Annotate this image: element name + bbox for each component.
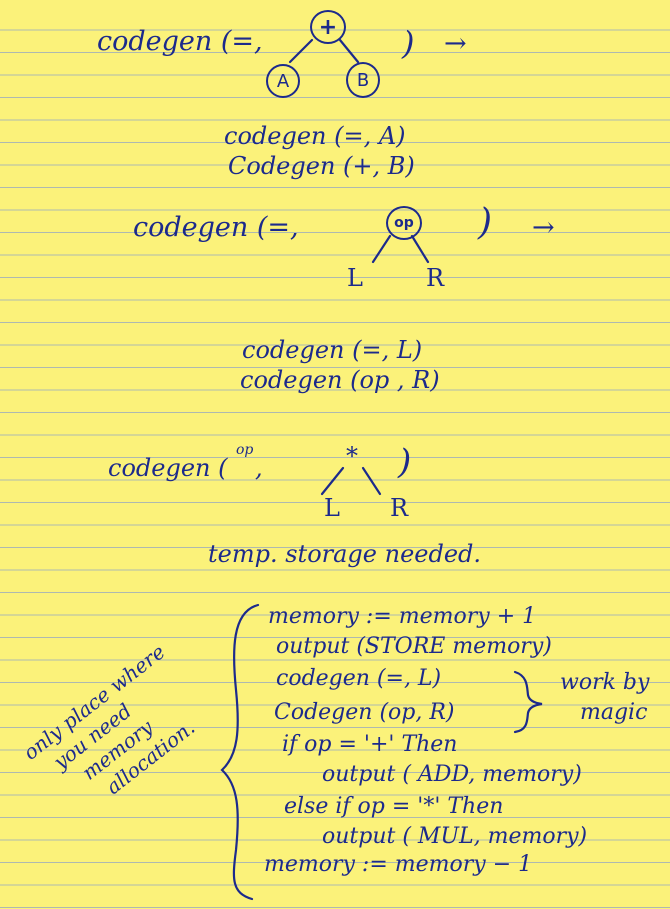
block3-close-paren: ) bbox=[398, 442, 412, 482]
tree3-right-branch bbox=[361, 466, 382, 496]
tree3-right-leaf: R bbox=[390, 494, 409, 522]
code-line-1: memory := memory + 1 bbox=[268, 604, 537, 629]
tree3-left-leaf: L bbox=[324, 494, 340, 522]
block3-comma: , bbox=[255, 454, 263, 482]
tree2-right-leaf: R bbox=[426, 264, 445, 292]
tree2-left-branch bbox=[371, 234, 392, 264]
code-line-2: output (STORE memory) bbox=[276, 634, 552, 659]
code-line-5: if op = '+' Then bbox=[282, 732, 458, 757]
tree1-left-node: A bbox=[266, 64, 300, 98]
code-line-4: Codegen (op, R) bbox=[274, 700, 455, 725]
tree3-left-branch bbox=[320, 466, 345, 496]
code-line-3: codegen (=, L) bbox=[276, 666, 442, 691]
tree3-root: * bbox=[346, 442, 358, 470]
code-line-9: memory := memory − 1 bbox=[264, 852, 533, 877]
magic-note-2: magic bbox=[580, 700, 648, 725]
code-line-7: else if op = '*' Then bbox=[284, 794, 504, 819]
block1-output-1: codegen (=, A) bbox=[224, 122, 406, 150]
tree1-right-branch bbox=[338, 38, 360, 64]
code-line-8: output ( MUL, memory) bbox=[322, 824, 588, 849]
tree2-right-branch bbox=[410, 234, 430, 264]
tree2-root-node: op bbox=[386, 206, 422, 240]
block1-output-2: Codegen (+, B) bbox=[228, 152, 415, 180]
block2-call: codegen (=, bbox=[133, 212, 299, 243]
block1-call: codegen (=, bbox=[97, 26, 263, 57]
temp-storage-note: temp. storage needed. bbox=[208, 540, 482, 568]
arrow-icon: → bbox=[444, 28, 467, 59]
block3-call: codegen ( bbox=[108, 454, 228, 482]
block2-output-1: codegen (=, L) bbox=[242, 336, 423, 364]
magic-note-1: work by bbox=[560, 670, 650, 695]
tree1-root-node: + bbox=[310, 10, 346, 44]
block2-output-2: codegen (op , R) bbox=[240, 366, 440, 394]
block3-op: op bbox=[236, 442, 254, 458]
arrow-icon: → bbox=[532, 212, 555, 243]
code-line-6: output ( ADD, memory) bbox=[322, 762, 582, 787]
block1-close-paren: ) bbox=[402, 24, 415, 62]
tree1-left-branch bbox=[288, 38, 314, 64]
notebook-page: { "block1": { "call": "codegen (=,", "ro… bbox=[0, 0, 670, 909]
magic-brace bbox=[513, 670, 543, 734]
block2-close-paren: ) bbox=[478, 202, 493, 243]
tree2-left-leaf: L bbox=[347, 264, 363, 292]
tree1-right-node: B bbox=[346, 62, 380, 98]
